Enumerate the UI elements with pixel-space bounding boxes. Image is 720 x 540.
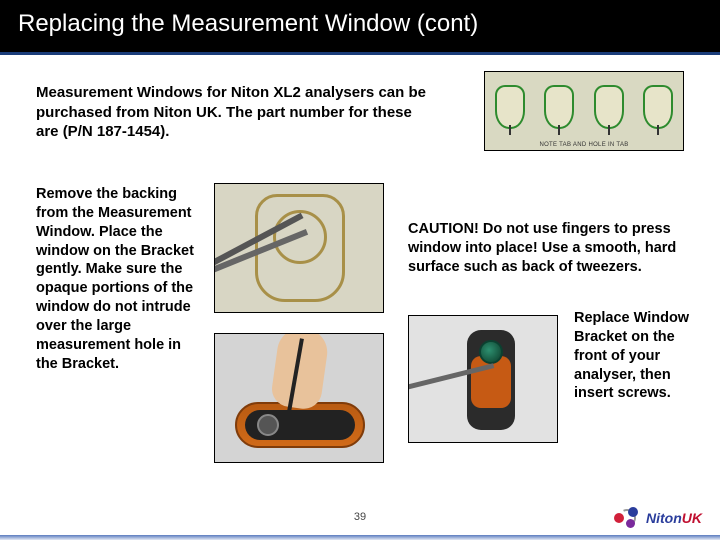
image-tabs-caption: NOTE TAB AND HOLE IN TAB xyxy=(485,142,683,148)
tab-shape-icon xyxy=(495,85,525,129)
image-replace-bracket xyxy=(408,315,558,443)
niton-uk-logo: NitonUK xyxy=(614,505,702,531)
measurement-hole-icon xyxy=(257,414,279,436)
image-window-on-bracket xyxy=(214,183,384,313)
image-tabs-photo: NOTE TAB AND HOLE IN TAB xyxy=(484,71,684,151)
slide-title: Replacing the Measurement Window (cont) xyxy=(0,0,720,55)
tab-shape-icon xyxy=(594,85,624,129)
caution-text: CAUTION! Do not use fingers to press win… xyxy=(408,220,688,277)
image-press-window xyxy=(214,333,384,463)
step-remove-backing-text: Remove the backing from the Measurement … xyxy=(36,185,196,373)
step-replace-bracket-text: Replace Window Bracket on the front of y… xyxy=(574,309,690,403)
tab-shape-icon xyxy=(643,85,673,129)
tabs-illustration xyxy=(485,82,683,132)
logo-text: NitonUK xyxy=(646,510,702,526)
logo-brand: Niton xyxy=(646,510,682,526)
content-area: Measurement Windows for Niton XL2 analys… xyxy=(0,55,720,540)
page-number: 39 xyxy=(0,511,720,523)
logo-suffix: UK xyxy=(682,510,702,526)
intro-paragraph: Measurement Windows for Niton XL2 analys… xyxy=(36,83,426,142)
tab-shape-icon xyxy=(544,85,574,129)
footer-gradient xyxy=(0,535,720,540)
slide: Replacing the Measurement Window (cont) … xyxy=(0,0,720,540)
logo-swirl-icon xyxy=(614,505,640,531)
lens-icon xyxy=(479,340,503,364)
